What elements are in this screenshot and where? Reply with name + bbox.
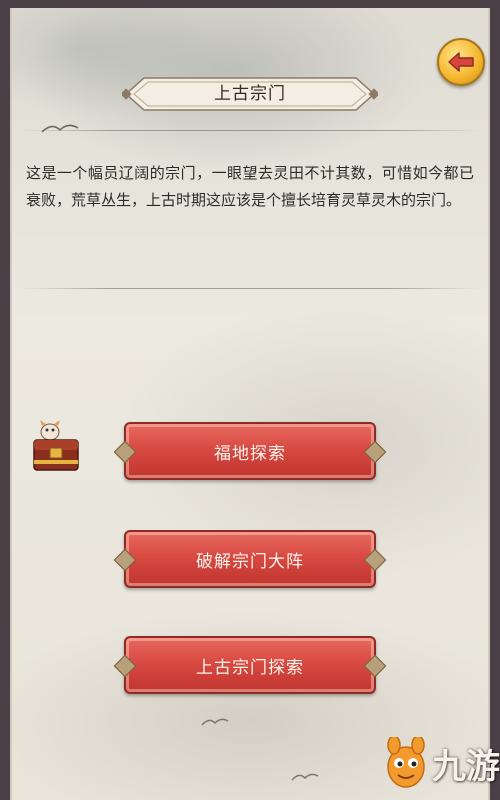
- page-title: 上古宗门: [214, 84, 286, 104]
- explore-ancient-sect-button[interactable]: 上古宗门探索: [124, 636, 376, 694]
- divider: [20, 130, 480, 131]
- description-text: 这是一个幅员辽阔的宗门，一眼望去灵田不计其数，可惜如今都已衰败，荒草丛生，上古时…: [26, 164, 474, 209]
- title-banner: 上古宗门: [122, 72, 378, 116]
- treasure-chest-icon[interactable]: [30, 418, 82, 474]
- jiuyou-logo-icon: [387, 737, 425, 788]
- back-button[interactable]: [437, 38, 485, 86]
- break-sect-formation-button[interactable]: 破解宗门大阵: [124, 530, 376, 588]
- button-label: 福地探索: [214, 443, 286, 464]
- bird-decoration-icon: [291, 773, 319, 781]
- watermark-logo: 九游: [384, 732, 500, 794]
- button-label: 破解宗门大阵: [196, 551, 304, 572]
- watermark-text: 九游: [432, 746, 500, 787]
- bird-decoration-icon: [201, 718, 229, 726]
- divider: [20, 288, 480, 289]
- explore-blessed-land-button[interactable]: 福地探索: [124, 422, 376, 480]
- back-arrow-icon: [448, 52, 474, 72]
- button-label: 上古宗门探索: [196, 657, 304, 678]
